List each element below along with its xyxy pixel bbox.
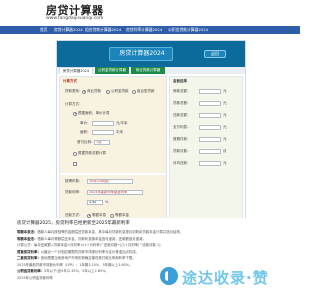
result-value-field[interactable] (199, 149, 221, 154)
nav-item-rate[interactable]: 房贷利率计算器2024 (126, 27, 162, 33)
article-line-text: 各地根据当地房地产市场形势确定最低首付款比例和利率下限。 (40, 256, 136, 260)
article-line-text: 2025年公积金贷款利率 (17, 275, 53, 280)
article-line-lead: 首套房贷利率： (17, 249, 41, 254)
result-unit: 元 (223, 125, 227, 129)
result-label: 支付利息： (173, 125, 191, 129)
calculator-title-box: 房贷计算器2024 (109, 47, 173, 61)
result-unit: 元 (223, 89, 227, 93)
article-line: 二套房贷利率：各地根据当地房地产市场形势确定最低首付款比例和利率下限。 (17, 256, 283, 261)
rate-unit: % (105, 200, 109, 204)
loan-type-label: 贷款类别： (65, 89, 83, 93)
nav-item-combo[interactable]: 组合贷款计算器2024 (85, 27, 121, 33)
back-button[interactable]: 返回 (204, 50, 226, 58)
main-nav: 首页 房贷计算器2024 组合贷款计算器2024 房贷利率计算器2024 公积金… (0, 26, 300, 34)
article-line: 首套房贷利率：以最近一个月相应期限的贷款市场报价利率为定价基准加点形成。 (17, 250, 283, 255)
tab-mortgage[interactable]: 房贷计算器2024 (59, 67, 93, 74)
calc-by-total-radio[interactable] (73, 151, 77, 156)
loan-type-fund-radio[interactable] (106, 89, 110, 94)
term-label: 按揭年数： (65, 179, 83, 183)
result-value-field[interactable] (199, 137, 221, 142)
loan-type-combo-radio[interactable] (132, 89, 136, 94)
unit-price-unit: 元/平米 (116, 121, 128, 125)
result-label: 首期付款： (173, 137, 191, 141)
tab-commercial[interactable]: 商业贷款计算器 (131, 67, 165, 74)
calc-by-label: 计算方式： (65, 102, 83, 106)
result-value-field[interactable] (199, 101, 221, 106)
site-url: www.fangdaijisuanqi.com (46, 16, 104, 21)
article-line-text: 以最近一个月相应期限的贷款市场报价利率为定价基准加点形成。 (40, 249, 140, 254)
down-payment-select[interactable]: 7成 (94, 140, 110, 145)
result-unit: 元 (223, 137, 227, 141)
article-line-text: 计算公式：每月还款额=贷款本金×月利率×(1+月利率)^还款月数÷[(1+月利率… (17, 243, 161, 247)
result-value-field[interactable] (199, 161, 221, 166)
calc-by-area-label: 根据面积、单价计算 (78, 111, 110, 115)
article-line-lead: 公积金贷款利率： (17, 269, 45, 273)
article-line-text: 5年以下(含5年)2.35%，5年以上2.85%。 (44, 269, 109, 273)
result-unit: 月 (223, 149, 227, 153)
repay-equal-installment-radio[interactable] (87, 213, 91, 218)
result-label: 贷款总额： (173, 101, 191, 105)
term-select[interactable]: 20年(240期) (87, 179, 133, 184)
calculator-tabs: 房贷计算器2024 公积金贷款计算器 商业贷款计算器 (57, 67, 245, 74)
loan-type-commercial-label: 商业贷款 (87, 89, 101, 93)
article-line: 等额本金法：借款人每月等额偿还本金，贷款利息随本金逐月递减，还款额逐月递减。 (17, 237, 283, 242)
calculator-header: 房贷计算器2024 返回 (57, 41, 245, 67)
calc-type-heading: 计算方式 (63, 79, 77, 83)
nav-item-fund[interactable]: 公积金贷款计算器2024 (168, 27, 208, 33)
article-line-text: 借款人每月等额偿还本金，贷款利息随本金逐月递减，还款额逐月递减。 (37, 236, 146, 241)
watermark: 途达收录·赞 (160, 266, 300, 288)
loan-type-commercial-radio[interactable] (82, 89, 86, 94)
unit-price-label: 单价： (80, 121, 91, 125)
calc-by-total-label: 根据贷款总额计算 (78, 151, 106, 155)
result-value-field[interactable] (199, 89, 221, 94)
loan-type-combo-label: 组合型贷款 (137, 89, 155, 93)
rate-select[interactable]: 2024年最新利率基准利率 (87, 190, 143, 195)
calculator-title: 房贷计算器2024 (119, 50, 165, 57)
result-unit: 元 (223, 113, 227, 117)
article-line-lead: 等额本息法： (17, 230, 38, 234)
calc-by-area-radio[interactable] (73, 111, 77, 116)
result-heading: 查看结果 (173, 79, 187, 83)
article-line-lead: 二套房贷利率： (17, 256, 41, 260)
result-label: 还款总额： (173, 113, 191, 117)
result-unit: 元 (223, 101, 227, 105)
down-payment-label: 首付比例： (77, 140, 95, 144)
repay-equal-principal-radio[interactable] (110, 213, 114, 218)
watermark-text: 途达收录·赞 (182, 269, 269, 287)
article-line-text: 2025年最新贷款市场报价利率（LPR）：1年期3.10%，5年期以上3.60%… (17, 262, 133, 267)
article-line-text: 借款人每月按相等的金额偿还贷款本息，其中每月贷款利息按月初剩余贷款本金计算并逐月… (37, 230, 184, 234)
result-unit: 元 (223, 161, 227, 165)
nav-item-home[interactable]: 首页 (40, 27, 48, 33)
article-line-lead: 等额本金法： (17, 236, 38, 241)
area-input[interactable] (92, 130, 114, 135)
tab-provident-fund[interactable]: 公积金贷款计算器 (95, 67, 129, 74)
result-value-field[interactable] (199, 125, 221, 130)
result-label: 月均还款： (173, 161, 191, 165)
rate-label: 贷款利率： (65, 190, 83, 194)
watermark-badge-icon (160, 267, 178, 285)
result-value-field[interactable] (199, 113, 221, 118)
article-title: 房贷计算器2025，房贷利率已经更新至2025年最新利率 (17, 221, 130, 226)
loan-type-fund-label: 公积金贷款 (111, 89, 129, 93)
area-label: 面积： (80, 130, 91, 134)
total-option-checkbox[interactable] (73, 161, 77, 166)
article-line: 等额本息法：借款人每月按相等的金额偿还贷款本息，其中每月贷款利息按月初剩余贷款本… (17, 230, 283, 235)
result-label: 贷款月数： (173, 149, 191, 153)
result-label: 房款总额： (173, 89, 191, 93)
site-header: 房贷计算器 www.fangdaijisuanqi.com (0, 0, 300, 26)
area-unit: 平米 (116, 130, 123, 134)
article-line: 计算公式：每月还款额=贷款本金×月利率×(1+月利率)^还款月数÷[(1+月利率… (17, 243, 283, 248)
nav-item-mortgage[interactable]: 房贷计算器2024 (54, 27, 83, 33)
unit-price-input[interactable] (92, 121, 114, 126)
rate-input[interactable]: 4.90 (87, 200, 103, 205)
loan-basic-section: 计算方式 贷款类别： 商业贷款 公积金贷款 组合型贷款 计算方式： 根据面积、单… (60, 77, 166, 173)
